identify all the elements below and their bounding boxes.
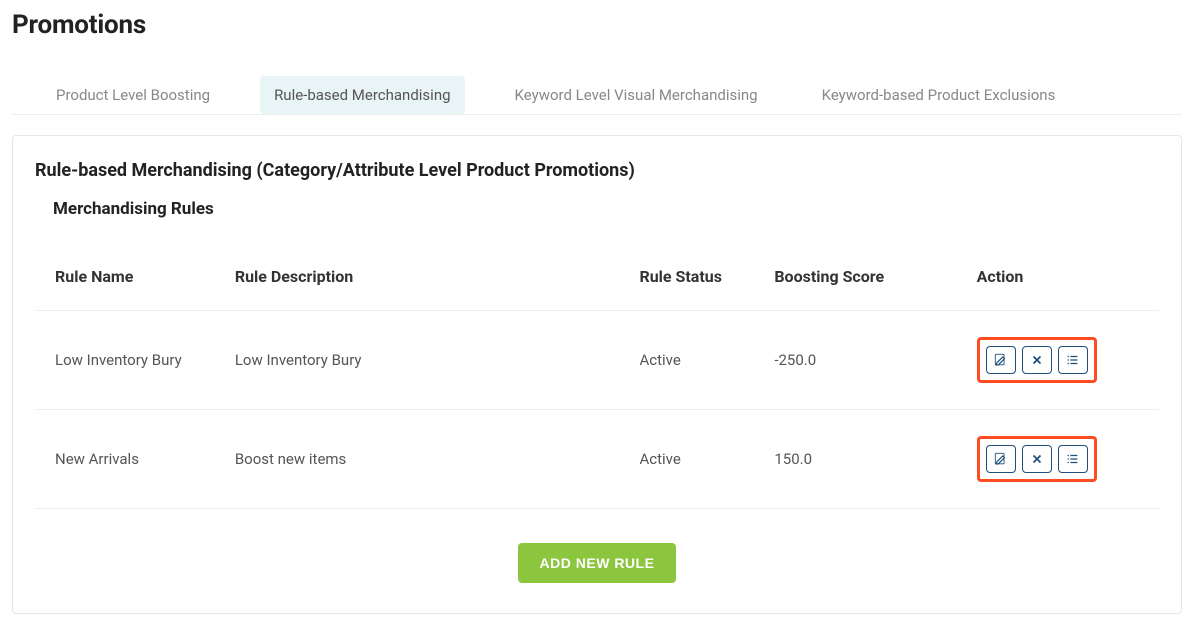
edit-button[interactable] — [986, 346, 1016, 374]
add-rule-container: ADD NEW RULE — [35, 543, 1159, 583]
page-title: Promotions — [12, 10, 1182, 40]
edit-button[interactable] — [986, 445, 1016, 473]
cell-rule-name: New Arrivals — [35, 410, 215, 509]
column-header-boosting-score: Boosting Score — [754, 259, 956, 311]
tab-keyword-visual-merchandising[interactable]: Keyword Level Visual Merchandising — [501, 76, 772, 114]
tab-keyword-product-exclusions[interactable]: Keyword-based Product Exclusions — [808, 76, 1070, 114]
tab-product-level-boosting[interactable]: Product Level Boosting — [42, 76, 224, 114]
cell-rule-description: Boost new items — [215, 410, 620, 509]
close-icon — [1030, 353, 1044, 367]
action-group — [977, 436, 1097, 482]
rules-table: Rule Name Rule Description Rule Status B… — [35, 259, 1159, 509]
list-icon — [1066, 353, 1080, 367]
panel-subtitle: Merchandising Rules — [53, 199, 1159, 219]
edit-icon — [994, 452, 1008, 466]
list-icon — [1066, 452, 1080, 466]
close-icon — [1030, 452, 1044, 466]
panel-title: Rule-based Merchandising (Category/Attri… — [35, 160, 1159, 181]
list-button[interactable] — [1058, 346, 1088, 374]
column-header-rule-name: Rule Name — [35, 259, 215, 311]
table-row: Low Inventory Bury Low Inventory Bury Ac… — [35, 311, 1159, 410]
list-button[interactable] — [1058, 445, 1088, 473]
panel-rule-based-merchandising: Rule-based Merchandising (Category/Attri… — [12, 135, 1182, 614]
cell-rule-status: Active — [619, 410, 754, 509]
cell-boosting-score: 150.0 — [754, 410, 956, 509]
tabs-bar: Product Level Boosting Rule-based Mercha… — [12, 76, 1182, 115]
cell-action — [957, 311, 1159, 410]
column-header-rule-status: Rule Status — [619, 259, 754, 311]
delete-button[interactable] — [1022, 346, 1052, 374]
cell-rule-status: Active — [619, 311, 754, 410]
delete-button[interactable] — [1022, 445, 1052, 473]
cell-boosting-score: -250.0 — [754, 311, 956, 410]
add-new-rule-button[interactable]: ADD NEW RULE — [518, 543, 677, 583]
cell-rule-name: Low Inventory Bury — [35, 311, 215, 410]
tab-rule-based-merchandising[interactable]: Rule-based Merchandising — [260, 76, 464, 114]
cell-rule-description: Low Inventory Bury — [215, 311, 620, 410]
edit-icon — [994, 353, 1008, 367]
column-header-action: Action — [957, 259, 1159, 311]
column-header-rule-description: Rule Description — [215, 259, 620, 311]
table-row: New Arrivals Boost new items Active 150.… — [35, 410, 1159, 509]
action-group — [977, 337, 1097, 383]
cell-action — [957, 410, 1159, 509]
